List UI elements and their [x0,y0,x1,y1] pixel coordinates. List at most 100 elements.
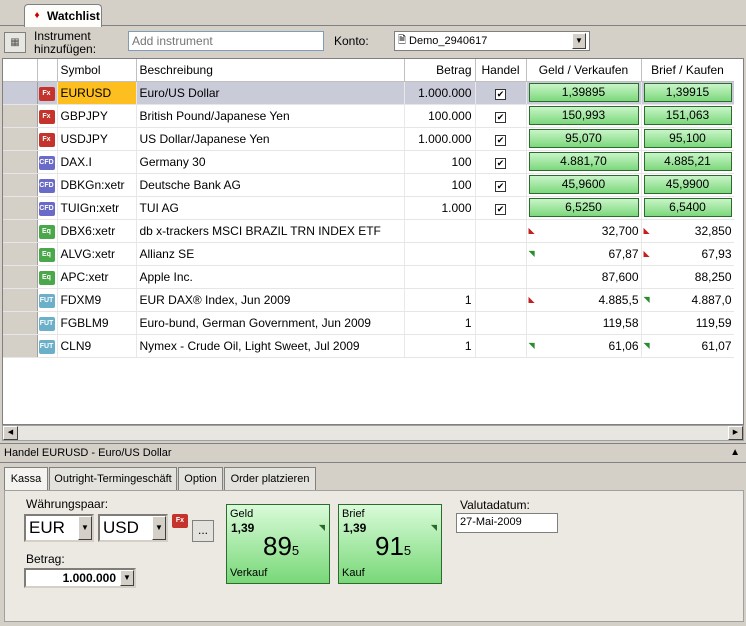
quote-currency-dropdown-icon[interactable]: ▼ [152,516,166,540]
tab-outright[interactable]: Outright-Termingeschäft [49,467,177,490]
tab-order-platzieren[interactable]: Order platzieren [224,467,316,490]
tab-option[interactable]: Option [178,467,223,490]
bid-cell[interactable]: 95,070 [526,127,642,151]
row-selector[interactable] [3,127,38,151]
bid-cell[interactable]: 45,9600 [526,173,642,197]
table-row[interactable]: Fx USDJPY US Dollar/Japanese Yen 1.000.000 ✔… [3,127,735,151]
ask-buy-button[interactable]: 4.885,21 [643,152,732,171]
base-currency-dropdown-icon[interactable]: ▼ [78,516,92,540]
ask-cell[interactable]: 6,5400 [641,196,735,220]
bid-sell-button[interactable]: 95,070 [528,129,639,148]
ask-quote-button[interactable]: Brief 1,39 ◥ 915 Kauf [338,504,442,584]
trade-checkbox[interactable]: ✔ [495,180,506,192]
table-row[interactable]: FUT FGBLM9 Euro-bund, German Government, J… [3,311,735,335]
symbol-cell[interactable]: CLN9 [57,334,137,358]
table-row[interactable]: FUT FDXM9 EUR DAX® Index, Jun 2009 1 ◣ 4.885,… [3,288,735,312]
header-amount[interactable]: Betrag [404,59,476,82]
row-selector[interactable] [3,81,38,105]
table-row[interactable]: Eq DBX6:xetr db x-trackers MSCI BRAZIL TRN… [3,219,735,243]
konto-dropdown-icon[interactable]: ▼ [572,33,586,49]
ask-buy-button[interactable]: 6,5400 [643,198,732,217]
amount-cell[interactable]: 1.000 [404,196,476,220]
amount-cell[interactable]: 100.000 [404,104,476,128]
symbol-cell[interactable]: DBX6:xetr [57,219,137,243]
header-symbol[interactable]: Symbol [57,59,137,82]
trade-cell[interactable]: ✔ [475,173,527,197]
symbol-cell[interactable]: EURUSD [57,81,137,105]
ask-buy-button[interactable]: 1,39915 [643,83,732,102]
more-pairs-button[interactable]: ... [192,520,214,542]
grid-layout-icon[interactable]: ▦ [4,32,26,53]
ask-cell[interactable]: 1,39915 [641,81,735,105]
table-row[interactable]: CFD DBKGn:xetr Deutsche Bank AG 100 ✔ 45,9600… [3,173,735,197]
konto-select[interactable]: 🗎 Demo_2940617 ▼ [394,31,590,51]
trade-cell[interactable]: ✔ [475,104,527,128]
bid-cell[interactable]: 6,5250 [526,196,642,220]
row-selector[interactable] [3,334,38,358]
table-row[interactable]: Fx GBPJPY British Pound/Japanese Yen 100.00… [3,104,735,128]
table-row[interactable]: FUT CLN9 Nymex - Crude Oil, Light Sweet, J… [3,334,735,358]
header-trade[interactable]: Handel [475,59,527,82]
row-selector[interactable] [3,311,38,335]
row-selector[interactable] [3,173,38,197]
trade-cell[interactable]: ✔ [475,196,527,220]
quote-currency-select[interactable]: USD ▼ [98,514,168,542]
scroll-left-icon[interactable]: ◀ [3,426,18,440]
ask-cell[interactable]: 45,9900 [641,173,735,197]
symbol-cell[interactable]: ALVG:xetr [57,242,137,266]
amount-cell[interactable] [404,265,476,289]
ask-buy-button[interactable]: 95,100 [643,129,732,148]
symbol-cell[interactable]: GBPJPY [57,104,137,128]
table-row[interactable]: Eq ALVG:xetr Allianz SE ◥ 67,87 ◣ 67,93 [3,242,735,266]
horizontal-scrollbar[interactable]: ◀ ▶ [2,425,744,441]
bid-cell[interactable]: 1,39895 [526,81,642,105]
header-description[interactable]: Beschreibung [136,59,405,82]
symbol-cell[interactable]: DBKGn:xetr [57,173,137,197]
bid-cell[interactable]: 4.881,70 [526,150,642,174]
bid-sell-button[interactable]: 6,5250 [528,198,639,217]
row-selector[interactable] [3,150,38,174]
trade-checkbox[interactable]: ✔ [495,111,506,123]
row-selector[interactable] [3,265,38,289]
amount-cell[interactable] [404,242,476,266]
amount-field[interactable]: 1.000.000 ▼ [24,568,136,588]
amount-cell[interactable]: 1 [404,288,476,312]
table-row[interactable]: Eq APC:xetr Apple Inc. 87,600 88,250 [3,265,735,289]
trade-checkbox[interactable]: ✔ [495,88,506,100]
add-instrument-input[interactable] [128,31,324,51]
bid-quote-button[interactable]: Geld 1,39 ◥ 895 Verkauf [226,504,330,584]
trade-cell[interactable]: ✔ [475,127,527,151]
ask-cell[interactable]: 95,100 [641,127,735,151]
bid-sell-button[interactable]: 1,39895 [528,83,639,102]
tab-watchlist[interactable]: ♦ Watchlist [24,4,102,27]
amount-cell[interactable]: 1.000.000 [404,81,476,105]
trade-checkbox[interactable]: ✔ [495,203,506,215]
table-row[interactable]: Fx EURUSD Euro/US Dollar 1.000.000 ✔ 1,39895 1… [3,81,735,105]
scroll-right-icon[interactable]: ▶ [728,426,743,440]
symbol-cell[interactable]: DAX.I [57,150,137,174]
base-currency-select[interactable]: EUR ▼ [24,514,94,542]
row-selector[interactable] [3,288,38,312]
symbol-cell[interactable]: APC:xetr [57,265,137,289]
bid-cell[interactable]: 150,993 [526,104,642,128]
symbol-cell[interactable]: FGBLM9 [57,311,137,335]
table-row[interactable]: CFD DAX.I Germany 30 100 ✔ 4.881,70 4.885,21 [3,150,735,174]
amount-cell[interactable]: 100 [404,173,476,197]
trade-checkbox[interactable]: ✔ [495,134,506,146]
symbol-cell[interactable]: FDXM9 [57,288,137,312]
amount-cell[interactable]: 1.000.000 [404,127,476,151]
header-bid[interactable]: Geld / Verkaufen [526,59,642,82]
amount-dropdown-icon[interactable]: ▼ [120,570,134,586]
table-row[interactable]: CFD TUIGn:xetr TUI AG 1.000 ✔ 6,5250 6,5400 [3,196,735,220]
collapse-panel-icon[interactable]: ▲ [730,447,740,458]
amount-cell[interactable]: 100 [404,150,476,174]
trade-cell[interactable]: ✔ [475,81,527,105]
bid-sell-button[interactable]: 45,9600 [528,175,639,194]
amount-cell[interactable]: 1 [404,334,476,358]
bid-sell-button[interactable]: 4.881,70 [528,152,639,171]
row-selector[interactable] [3,242,38,266]
ask-cell[interactable]: 151,063 [641,104,735,128]
tab-kassa[interactable]: Kassa [4,467,48,491]
amount-cell[interactable] [404,219,476,243]
ask-buy-button[interactable]: 151,063 [643,106,732,125]
